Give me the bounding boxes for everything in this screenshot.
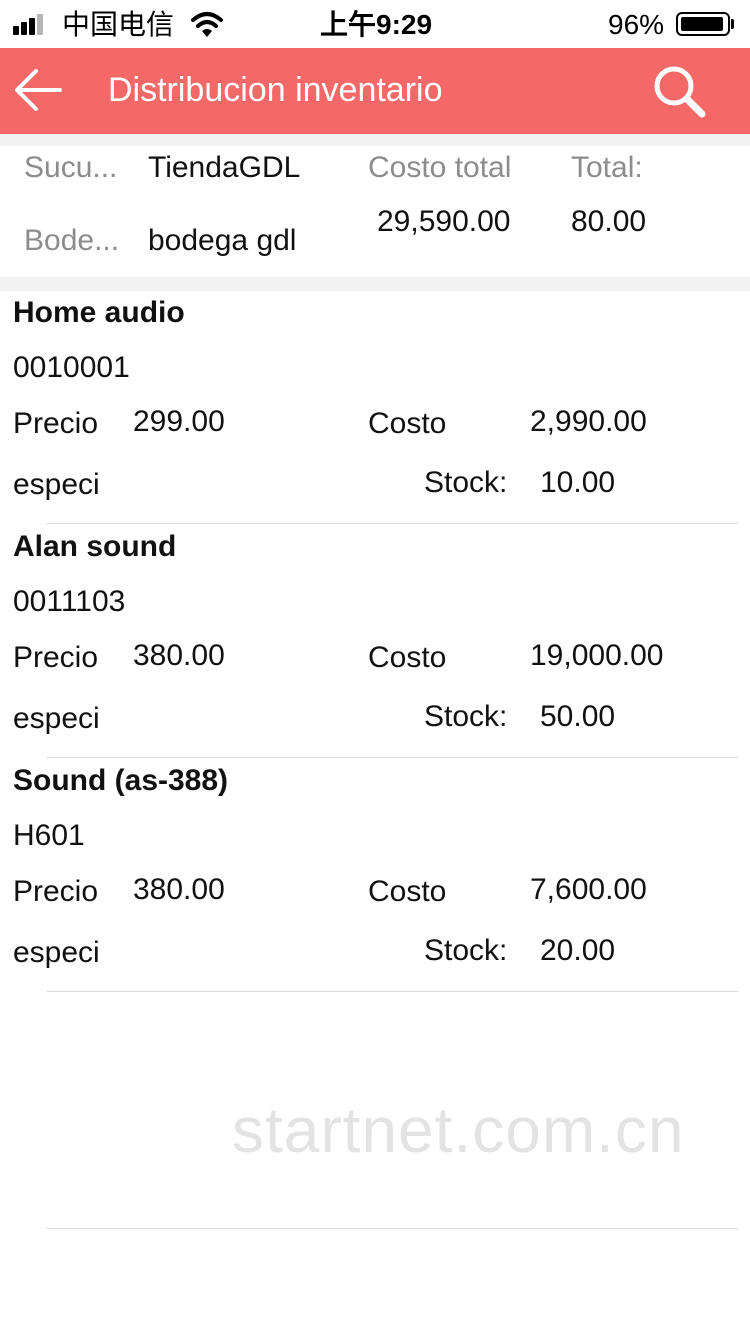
product-name: Sound (as-388) [13, 764, 229, 797]
stock-label: Stock: [424, 466, 508, 499]
product-item[interactable]: Alan sound 0011103 Precio 380.00 Costo 1… [0, 529, 750, 763]
price-label: Precio [13, 407, 99, 440]
product-code: 0010001 [13, 351, 130, 384]
product-name: Alan sound [13, 530, 177, 563]
spec-label: especi [13, 468, 100, 501]
summary-panel: Sucu... TiendaGDL Costo total Total: Bod… [0, 146, 750, 277]
cost-label: Costo [368, 875, 447, 908]
total-label: Total: [571, 151, 643, 184]
search-icon [654, 66, 706, 118]
nav-bar: Distribucion inventario [0, 48, 750, 134]
spec-label: especi [13, 936, 100, 969]
cost-total-label: Costo total [368, 151, 512, 184]
stock-label: Stock: [424, 934, 508, 967]
branch-value[interactable]: TiendaGDL [148, 150, 300, 186]
product-item[interactable]: Sound (as-388) H601 Precio 380.00 Costo … [0, 763, 750, 997]
clock: 上午9:29 [320, 9, 433, 40]
signal-bar [37, 14, 43, 35]
arrow-left-icon [15, 69, 62, 111]
divider [47, 523, 738, 524]
wifi-icon [191, 12, 223, 37]
signal-bar [29, 18, 35, 35]
branch-label: Sucu... [24, 151, 118, 184]
price-label: Precio [13, 641, 99, 674]
spec-label: especi [13, 702, 100, 735]
carrier-name: 中国电信 [62, 9, 175, 40]
search-button[interactable] [650, 62, 712, 124]
divider [47, 1228, 738, 1229]
separator [0, 277, 750, 291]
cost-label: Costo [368, 407, 447, 440]
page-title: Distribucion inventario [108, 71, 443, 109]
cost-value: 7,600.00 [530, 873, 647, 906]
cost-value: 2,990.00 [530, 405, 647, 438]
signal-bar [21, 22, 27, 35]
price-value: 380.00 [133, 873, 225, 906]
signal-bar [13, 26, 19, 35]
back-button[interactable] [12, 62, 68, 118]
stock-value: 10.00 [540, 466, 616, 499]
divider [47, 991, 738, 992]
cost-label: Costo [368, 641, 447, 674]
product-code: 0011103 [13, 585, 126, 618]
price-label: Precio [13, 875, 99, 908]
stock-value: 20.00 [540, 934, 616, 967]
stock-label: Stock: [424, 700, 508, 733]
divider [47, 757, 738, 758]
product-item[interactable]: Home audio 0010001 Precio 299.00 Costo 2… [0, 295, 750, 529]
battery-icon [676, 12, 730, 36]
warehouse-value[interactable]: bodega gdl [148, 223, 296, 259]
product-name: Home audio [13, 296, 185, 329]
price-value: 299.00 [133, 405, 225, 438]
status-bar: 中国电信 上午9:29 96% [0, 0, 750, 48]
stock-value: 50.00 [540, 700, 616, 733]
total-value: 80.00 [571, 205, 647, 238]
separator [0, 134, 750, 146]
battery-tip [731, 19, 734, 29]
warehouse-label: Bode... [24, 224, 120, 257]
price-value: 380.00 [133, 639, 225, 672]
product-code: H601 [13, 819, 85, 852]
battery-percent: 96% [608, 9, 665, 40]
cost-value: 19,000.00 [530, 639, 664, 672]
watermark: startnet.com.cn [232, 1094, 685, 1166]
cost-total-value: 29,590.00 [377, 205, 511, 238]
